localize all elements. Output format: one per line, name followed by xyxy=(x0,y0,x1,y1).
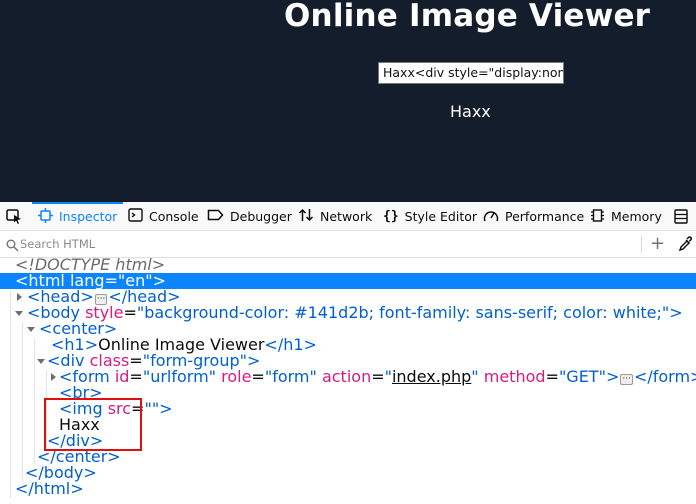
tree-row-form[interactable]: <form id="urlform" role="form" action="i… xyxy=(0,369,696,385)
highlight-box xyxy=(44,398,142,451)
tree-row-center-close[interactable]: </center> xyxy=(0,449,696,465)
attr-value: "urlform" xyxy=(142,367,217,386)
tag-bracket: > xyxy=(669,303,683,322)
tab-label: Style Editor xyxy=(404,209,478,224)
devtools-tabbar: Inspector Console Debugger Network {} St… xyxy=(0,202,696,231)
tab-console[interactable]: Console xyxy=(128,202,199,231)
search-icon xyxy=(6,237,20,252)
inspector-icon xyxy=(38,207,53,226)
collapse-arrow-icon[interactable] xyxy=(27,327,35,332)
haxx-text: Haxx xyxy=(450,102,491,121)
collapse-arrow-icon[interactable] xyxy=(37,359,45,364)
tag-bracket: > xyxy=(605,367,620,386)
tab-performance[interactable]: Performance xyxy=(483,202,584,231)
tab-label: Network xyxy=(320,209,373,224)
tab-network[interactable]: Network xyxy=(298,202,372,231)
attr-name: id xyxy=(114,367,130,386)
style-editor-icon: {} xyxy=(383,209,399,224)
expand-arrow-icon[interactable] xyxy=(17,293,22,301)
tab-label: Inspector xyxy=(59,209,118,224)
eyedropper-icon[interactable] xyxy=(678,236,693,252)
tree-row-body-close[interactable]: </body> xyxy=(0,465,696,481)
search-html-input[interactable] xyxy=(20,234,620,254)
tab-label: Debugger xyxy=(230,209,292,224)
memory-icon xyxy=(590,208,605,226)
tag-name: </form> xyxy=(633,367,696,386)
element-picker-icon[interactable] xyxy=(6,209,22,228)
tab-memory[interactable]: Memory xyxy=(590,202,662,231)
url-input[interactable]: Haxx<div style="display:none' xyxy=(378,62,564,84)
attr-value: "form" xyxy=(264,367,317,386)
tag-name: </html> xyxy=(15,479,84,498)
performance-icon xyxy=(483,209,499,225)
collapsed-ellipsis-icon[interactable]: ··· xyxy=(620,374,633,385)
action-link[interactable]: index.php xyxy=(392,367,471,386)
console-icon xyxy=(128,208,143,225)
attr-value: "" xyxy=(144,399,160,418)
tab-label: Performance xyxy=(505,209,585,224)
tab-inspector[interactable]: Inspector xyxy=(31,202,124,231)
toolbar-divider xyxy=(641,236,642,253)
storage-icon[interactable] xyxy=(674,209,688,228)
tree-row-html[interactable]: <html lang="en"> xyxy=(0,273,696,289)
attr-name: role xyxy=(221,367,252,386)
tree-row-html-close[interactable]: </html> xyxy=(0,481,696,497)
debugger-icon xyxy=(207,209,224,224)
tab-label: Memory xyxy=(611,209,662,224)
attr-name: action xyxy=(321,367,372,386)
tab-label: Console xyxy=(149,209,199,224)
add-node-button[interactable]: + xyxy=(650,234,665,254)
network-icon xyxy=(298,208,314,225)
tag-bracket: > xyxy=(159,399,173,418)
attr-value: "GET" xyxy=(558,367,606,386)
collapse-arrow-icon[interactable] xyxy=(15,311,23,316)
page-title: Online Image Viewer xyxy=(284,0,651,34)
attr-value: "background-color: #141d2b; font-family:… xyxy=(136,303,670,322)
html-search-bar: + xyxy=(0,231,696,258)
tab-style-editor[interactable]: {} Style Editor xyxy=(383,202,477,231)
tab-debugger[interactable]: Debugger xyxy=(207,202,292,231)
expand-arrow-icon[interactable] xyxy=(51,373,56,381)
tag-name: </h1> xyxy=(264,335,317,354)
attr-name: method xyxy=(483,367,546,386)
web-page: Online Image Viewer Haxx<div style="disp… xyxy=(0,0,696,202)
